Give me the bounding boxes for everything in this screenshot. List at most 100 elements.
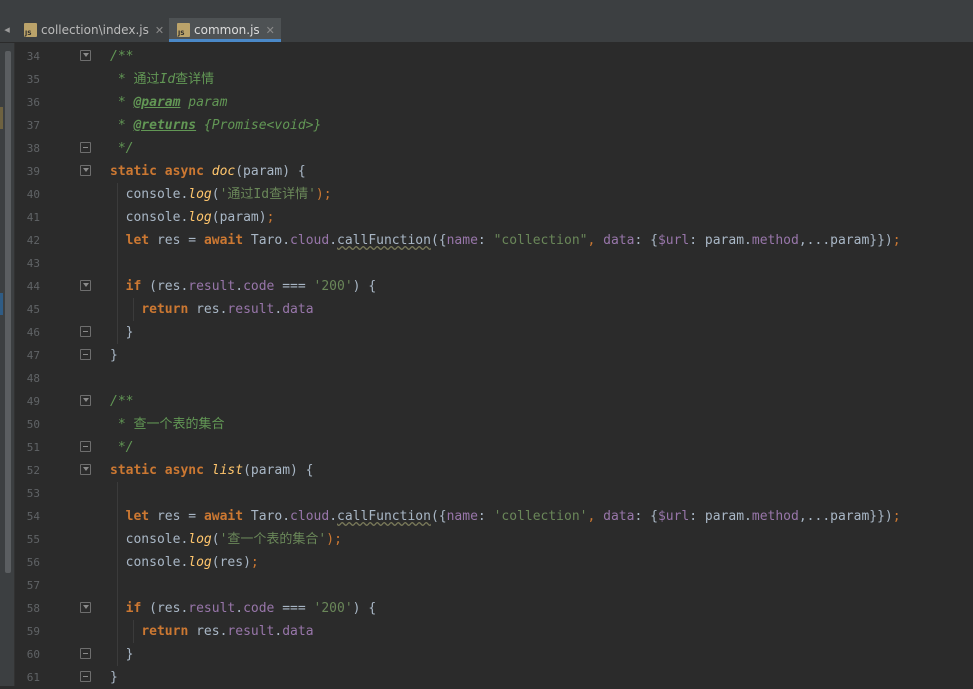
line-number: 44 (26, 280, 40, 293)
code-token: , (587, 509, 604, 524)
code-token: callFunction (337, 233, 431, 248)
line-number: 49 (26, 395, 40, 408)
vertical-scrollbar[interactable] (5, 51, 11, 573)
code-line[interactable]: 44 if (res.result.code === '200') { (14, 275, 973, 298)
code-line[interactable]: 35 * 通过Id查详情 (14, 68, 973, 91)
fold-expand-icon[interactable] (80, 602, 91, 613)
code-line[interactable]: 58 if (res.result.code === '200') { (14, 597, 973, 620)
fold-expand-icon[interactable] (80, 50, 91, 61)
code-token: (param) (211, 210, 267, 225)
close-icon[interactable]: ✕ (266, 24, 275, 37)
code-line[interactable]: 50 * 查一个表的集合 (14, 413, 973, 436)
fold-collapse-icon[interactable] (80, 648, 91, 659)
code-token: : (477, 509, 494, 524)
tab-label: common.js (194, 23, 260, 37)
code-token: ( (211, 532, 220, 547)
code-line[interactable]: 46 } (14, 321, 973, 344)
code-line[interactable]: 42 let res = await Taro.cloud.callFuncti… (14, 229, 973, 252)
line-number: 34 (26, 50, 40, 63)
fold-collapse-icon[interactable] (80, 349, 91, 360)
code-token: await (203, 509, 251, 524)
code-token: result (188, 601, 236, 616)
tab-scroll-left-icon[interactable]: ◂ (0, 18, 14, 42)
code-token: data (282, 302, 314, 317)
code-text: static async doc(param) { (110, 160, 306, 183)
code-line[interactable]: 36 * @param param (14, 91, 973, 114)
code-token: {Promise<void>} (196, 118, 322, 133)
indent-guide (117, 183, 118, 344)
code-line[interactable]: 47} (14, 344, 973, 367)
code-line[interactable]: 48 (14, 367, 973, 390)
line-number: 45 (26, 303, 40, 316)
code-token: */ (110, 440, 134, 455)
code-token: Taro. (250, 509, 291, 524)
code-editor[interactable]: 34/** 35 * 通过Id查详情 36 * @param param 37 * @… (14, 43, 973, 686)
rail-marker (0, 293, 3, 315)
code-text: console.log(param); (110, 206, 275, 229)
code-token: ; (892, 233, 901, 248)
code-line[interactable]: 51 */ (14, 436, 973, 459)
code-token: * (110, 417, 134, 432)
code-text: let res = await Taro.cloud.callFunction(… (110, 505, 901, 528)
code-text: */ (110, 137, 134, 160)
line-number: 56 (26, 556, 40, 569)
line-number: 43 (26, 257, 40, 270)
fold-expand-icon[interactable] (80, 165, 91, 176)
code-line[interactable]: 54 let res = await Taro.cloud.callFuncti… (14, 505, 973, 528)
code-token: ) { (352, 601, 377, 616)
fold-collapse-icon[interactable] (80, 142, 91, 153)
fold-expand-icon[interactable] (80, 395, 91, 406)
code-line[interactable]: 57 (14, 574, 973, 597)
code-line[interactable]: 45 return res.result.data (14, 298, 973, 321)
code-line[interactable]: 56 console.log(res); (14, 551, 973, 574)
code-token: (param) { (243, 463, 314, 478)
code-line[interactable]: 41 console.log(param); (14, 206, 973, 229)
code-line[interactable]: 34 /** (14, 45, 973, 68)
code-line[interactable]: 60 } (14, 643, 973, 666)
code-line[interactable]: 37 * @returns {Promise<void>} (14, 114, 973, 137)
code-text: * 查一个表的集合 (110, 413, 225, 436)
code-line[interactable]: 55 console.log('查一个表的集合'); (14, 528, 973, 551)
line-number: 52 (26, 464, 40, 477)
code-token: * (110, 118, 134, 133)
code-line[interactable]: 43 (14, 252, 973, 275)
code-line[interactable]: 49 /** (14, 390, 973, 413)
code-token: : { (634, 233, 658, 248)
fold-collapse-icon[interactable] (80, 326, 91, 337)
code-token: callFunction (337, 509, 431, 524)
code-token: result (227, 302, 275, 317)
close-icon[interactable]: ✕ (155, 24, 164, 37)
code-line[interactable]: 38 */ (14, 137, 973, 160)
window-top-strip (0, 0, 973, 19)
code-line[interactable]: 52 static async list(param) { (14, 459, 973, 482)
code-token: name (446, 233, 478, 248)
code-token: cloud (290, 233, 330, 248)
code-token: method (751, 233, 799, 248)
code-text: return res.result.data (110, 298, 314, 321)
fold-expand-icon[interactable] (80, 464, 91, 475)
code-text: let res = await Taro.cloud.callFunction(… (110, 229, 901, 252)
code-text: console.log('通过Id查详情'); (110, 183, 332, 206)
code-line[interactable]: 39 static async doc(param) { (14, 160, 973, 183)
code-token: : param. (689, 233, 752, 248)
fold-expand-icon[interactable] (80, 280, 91, 291)
code-token: ({ (430, 509, 447, 524)
code-token: method (751, 509, 799, 524)
fold-collapse-icon[interactable] (80, 441, 91, 452)
code-token: (param) { (235, 164, 306, 179)
code-token: let (125, 509, 157, 524)
code-token: : (477, 233, 494, 248)
code-token: data (603, 233, 635, 248)
code-line[interactable]: 59 return res.result.data (14, 620, 973, 643)
line-number: 55 (26, 533, 40, 546)
code-line[interactable]: 40 console.log('通过Id查详情'); (14, 183, 973, 206)
line-number: 37 (26, 119, 40, 132)
code-line[interactable]: 53 (14, 482, 973, 505)
code-token: ; (250, 555, 259, 570)
tab-collection-index[interactable]: JS collection\index.js ✕ (16, 18, 169, 42)
code-token: Id (159, 72, 176, 87)
code-text: } (110, 321, 134, 344)
fold-collapse-icon[interactable] (80, 671, 91, 682)
tab-common[interactable]: JS common.js ✕ (169, 18, 281, 42)
